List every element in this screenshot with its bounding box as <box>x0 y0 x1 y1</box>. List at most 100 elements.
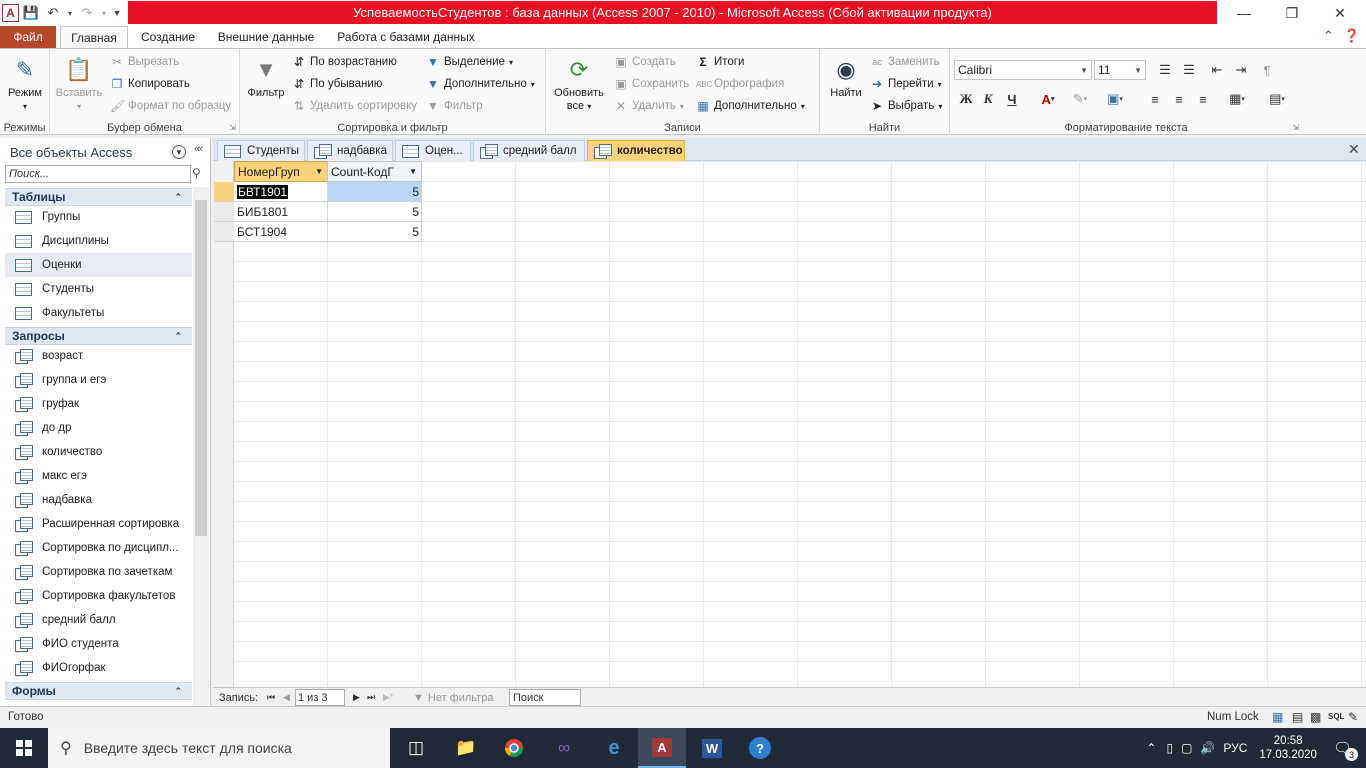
remove-sort-button[interactable]: ⇅ Удалить сортировку <box>292 96 417 116</box>
help-app-icon[interactable]: ? <box>736 728 784 768</box>
pivot-table-view-icon[interactable]: ▤ <box>1292 710 1303 724</box>
notifications-icon[interactable]: 🗨 3 <box>1333 739 1358 761</box>
copy-button[interactable]: ❐ Копировать <box>110 74 190 94</box>
volume-icon[interactable]: 🔊 <box>1200 741 1215 755</box>
column-header[interactable]: Count-КодГ ▼ <box>327 161 422 182</box>
doc-tab[interactable]: надбавка <box>307 140 393 161</box>
network-icon[interactable]: ▢ <box>1181 741 1192 755</box>
collapse-icon[interactable]: « <box>197 143 203 155</box>
find-button[interactable]: ◉ Найти <box>824 53 868 100</box>
clock[interactable]: 20:58 17.03.2020 <box>1259 734 1317 762</box>
doc-tab[interactable]: Оцен... <box>395 140 471 161</box>
minimize-icon[interactable]: — <box>1220 0 1268 26</box>
access-taskbar-icon[interactable]: A <box>638 728 686 768</box>
word-taskbar-icon[interactable]: W <box>688 728 736 768</box>
table-cell[interactable]: БИБ1801 <box>234 202 328 222</box>
doc-tab-active[interactable]: количество <box>587 140 685 161</box>
file-explorer-icon[interactable]: 📁 <box>442 728 490 768</box>
paragraph-icon[interactable]: ¶ <box>1256 60 1278 80</box>
doc-tab[interactable]: средний балл <box>473 140 585 161</box>
undo-dropdown-icon[interactable]: ▾ <box>65 3 75 23</box>
align-center-icon[interactable]: ≡ <box>1168 89 1190 109</box>
decrease-indent-icon[interactable]: ⇤ <box>1206 60 1228 80</box>
save-icon[interactable]: 💾 <box>21 3 41 23</box>
numbering-icon[interactable]: ☰ <box>1178 60 1200 80</box>
italic-button[interactable]: К <box>978 89 998 109</box>
format-painter-button[interactable]: 🖌 Формат по образцу <box>110 96 231 116</box>
chevron-down-icon[interactable]: ▼ <box>409 167 417 176</box>
record-selector[interactable] <box>214 222 234 242</box>
clipboard-launcher-icon[interactable]: ⇲ <box>229 123 236 132</box>
text-formatting-launcher-icon[interactable]: ⇲ <box>1292 123 1299 132</box>
nav-item-query[interactable]: Расширенная сортировка <box>5 512 192 536</box>
tab-external-data[interactable]: Внешние данные <box>208 26 324 48</box>
column-header[interactable]: НомерГруп ▼ <box>234 161 328 182</box>
nav-scrollbar-thumb[interactable] <box>195 200 207 536</box>
bullets-icon[interactable]: ☰ <box>1154 60 1176 80</box>
edge-icon[interactable]: e <box>590 728 638 768</box>
tab-database-tools[interactable]: Работа с базами данных <box>328 26 484 48</box>
alternate-row-color-icon[interactable]: ▤ ▾ <box>1262 89 1292 109</box>
font-name-select[interactable]: Calibri ▼ <box>954 60 1092 80</box>
select-button[interactable]: ➤ Выбрать ▾ <box>870 96 942 116</box>
view-button[interactable]: ✎ Режим ▾ <box>4 53 46 113</box>
start-button[interactable] <box>0 728 48 768</box>
advanced-filter-button[interactable]: ▼ Дополнительно ▾ <box>426 74 535 94</box>
previous-record-icon[interactable]: ◀ <box>283 689 290 706</box>
table-cell[interactable]: БСТ1904 <box>234 222 328 242</box>
nav-section-queries[interactable]: Запросы ⌃ <box>5 327 192 345</box>
task-view-icon[interactable]: ◫ <box>392 728 440 768</box>
sort-descending-button[interactable]: ⇵ По убыванию <box>292 74 382 94</box>
close-icon[interactable]: ✕ <box>1316 0 1364 26</box>
table-cell[interactable]: 5 <box>328 182 422 202</box>
gridlines-icon[interactable]: ▦ ▾ <box>1222 89 1252 109</box>
chevron-down-icon[interactable]: ▼ <box>315 167 323 176</box>
maximize-icon[interactable]: ❐ <box>1268 0 1316 26</box>
record-search-input[interactable]: Поиск <box>509 689 581 706</box>
new-record-nav-icon[interactable]: ▶* <box>383 689 393 706</box>
chrome-icon[interactable] <box>490 728 538 768</box>
font-color-icon[interactable]: A ▾ <box>1034 89 1062 109</box>
record-position-input[interactable]: 1 из 3 <box>295 689 345 706</box>
access-app-icon[interactable]: A <box>2 4 19 22</box>
fill-color-icon[interactable]: ▣ ▾ <box>1100 89 1130 109</box>
nav-item-query[interactable]: до др <box>5 416 192 440</box>
pivot-chart-view-icon[interactable]: ▩ <box>1310 710 1321 724</box>
nav-item-query[interactable]: груфак <box>5 392 192 416</box>
nav-item-query[interactable]: Сортировка факультетов <box>5 584 192 608</box>
cut-button[interactable]: ✂ Вырезать <box>110 52 179 72</box>
underline-button[interactable]: Ч <box>1002 89 1022 109</box>
goto-button[interactable]: ➔ Перейти ▾ <box>870 74 942 94</box>
selection-button[interactable]: ▼ Выделение ▾ <box>426 52 513 72</box>
nav-item-query[interactable]: Сортировка по зачеткам <box>5 560 192 584</box>
table-cell[interactable]: 5 <box>328 202 422 222</box>
paste-button[interactable]: 📋 Вставить ▾ <box>54 53 104 113</box>
last-record-icon[interactable]: ⏭ <box>367 689 375 706</box>
minimize-ribbon-icon[interactable]: ⌃ <box>1323 28 1334 44</box>
nav-item-query[interactable]: количество <box>5 440 192 464</box>
sql-view-icon[interactable]: SQL <box>1328 712 1344 721</box>
spelling-button[interactable]: ABC Орфография <box>696 74 784 94</box>
totals-button[interactable]: Σ Итоги <box>696 52 744 72</box>
align-right-icon[interactable]: ≡ <box>1192 89 1214 109</box>
close-document-icon[interactable]: ✕ <box>1348 141 1360 158</box>
save-record-button[interactable]: ▣ Сохранить <box>614 74 689 94</box>
tab-home[interactable]: Главная <box>60 26 128 48</box>
help-icon[interactable]: ❓ <box>1344 28 1360 44</box>
battery-icon[interactable]: ▯ <box>1166 741 1173 755</box>
delete-record-button[interactable]: ✕ Удалить ▾ <box>614 96 684 116</box>
undo-icon[interactable]: ↶ <box>43 3 63 23</box>
nav-item-query[interactable]: группа и егэ <box>5 368 192 392</box>
nav-item-table[interactable]: Студенты <box>5 277 192 301</box>
redo-icon[interactable]: ↷ <box>77 3 97 23</box>
nav-item-query[interactable]: Сортировка по дисципл... <box>5 536 192 560</box>
chevron-down-icon[interactable]: ▼ <box>172 145 186 159</box>
no-filter-button[interactable]: ▼ Нет фильтра <box>413 689 493 706</box>
nav-pane-header[interactable]: Все объекты Access ▼ <box>4 141 192 163</box>
nav-item-query[interactable]: возраст <box>5 344 192 368</box>
customize-qat-icon[interactable]: ▼ <box>111 3 123 23</box>
show-hidden-icons-icon[interactable]: ⌃ <box>1146 741 1156 755</box>
sort-ascending-button[interactable]: ⇵ По возрастанию <box>292 52 397 72</box>
first-record-icon[interactable]: ⏮ <box>267 689 275 706</box>
nav-search-input[interactable]: Поиск... <box>5 165 191 183</box>
